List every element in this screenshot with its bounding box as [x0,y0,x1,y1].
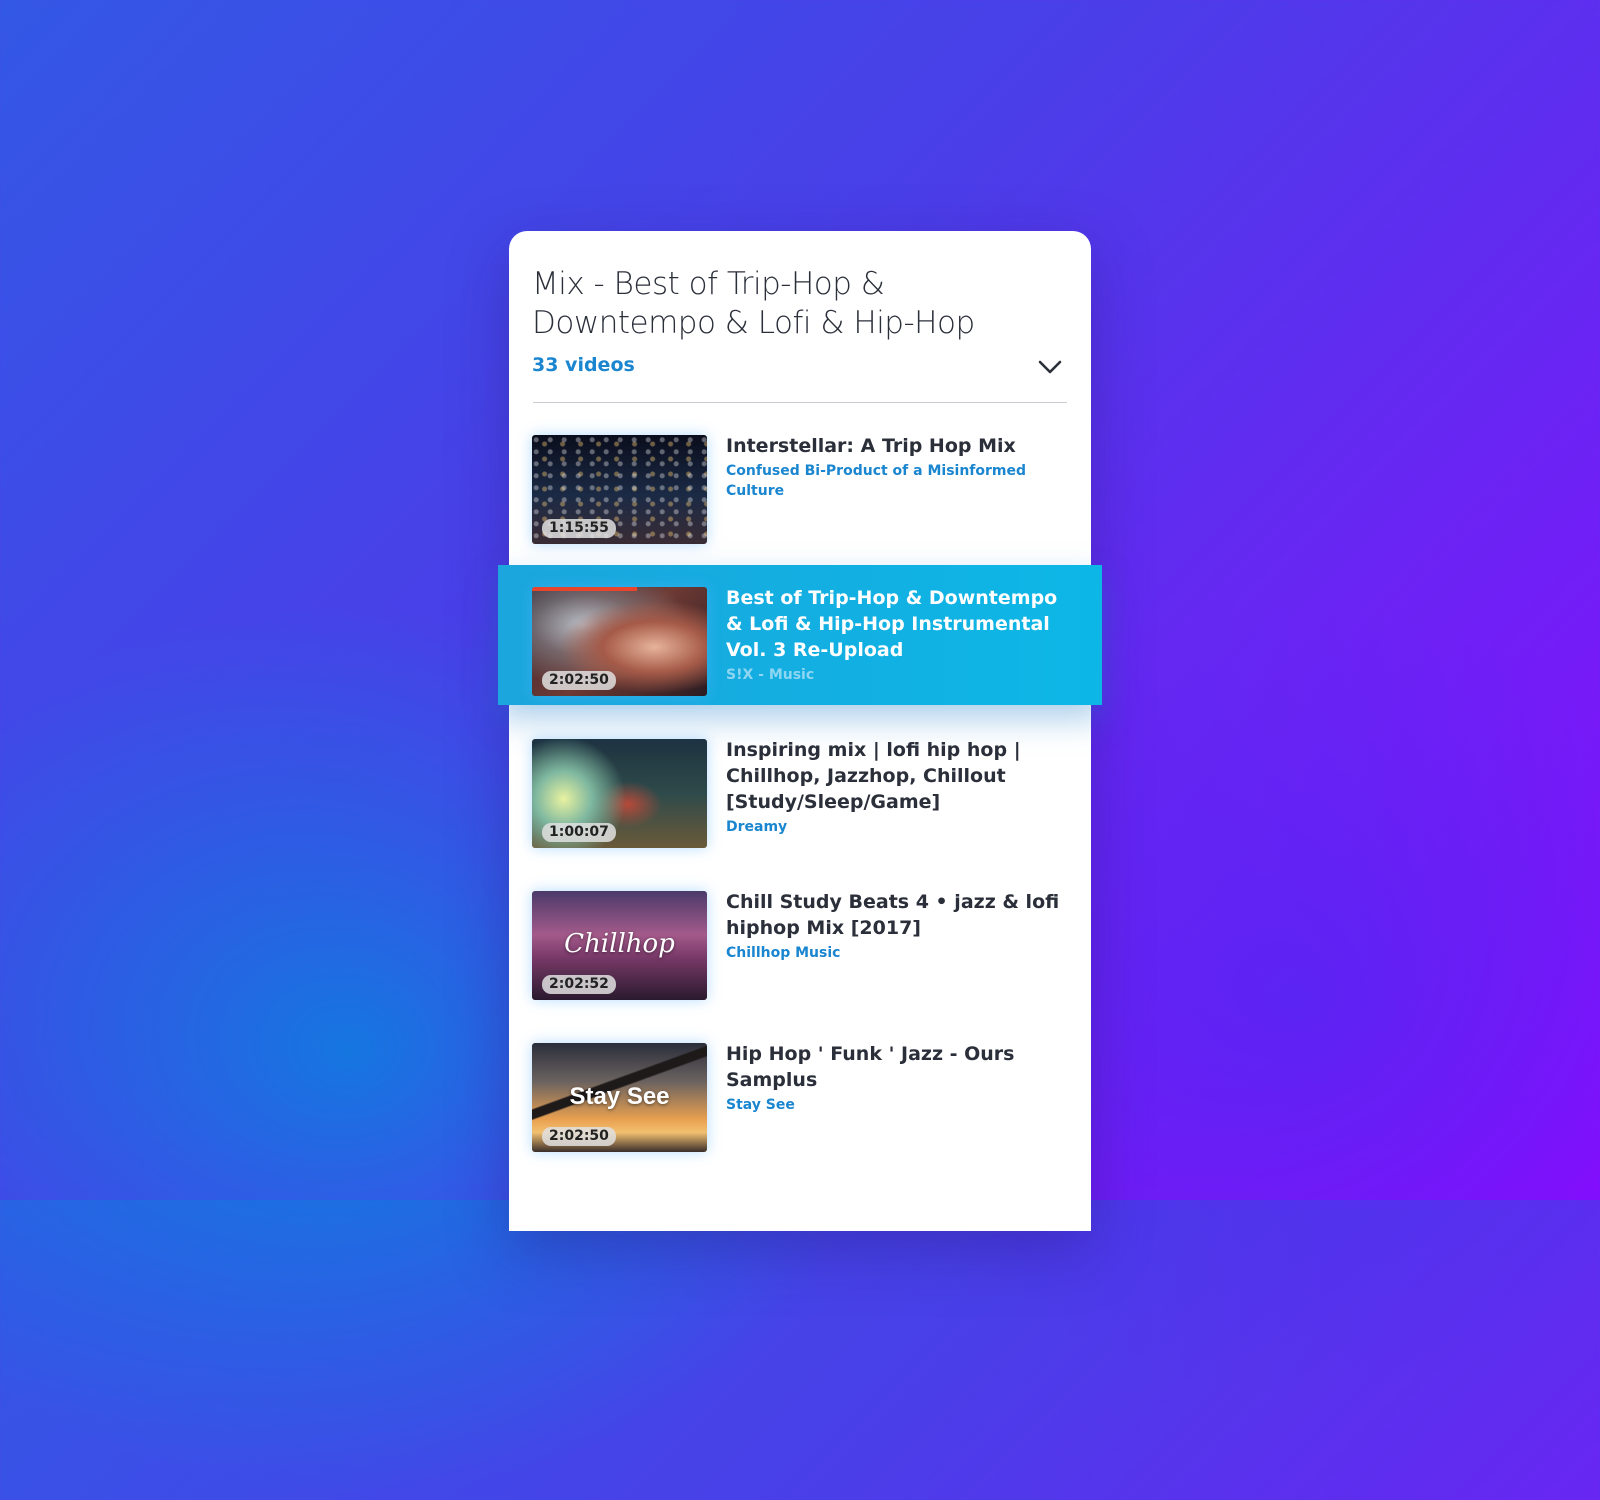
thumbnail-logo-text: Chillhop [564,929,675,959]
video-title[interactable]: Best of Trip-Hop & Downtempo & Lofi & Hi… [726,585,1066,663]
video-info: Interstellar: A Trip Hop Mix Confused Bi… [726,433,1066,501]
video-thumbnail[interactable]: 1:00:07 [532,739,707,848]
playlist-panel: Mix - Best of Trip-Hop & Downtempo & Lof… [498,231,1102,1231]
video-info: Best of Trip-Hop & Downtempo & Lofi & Hi… [726,585,1066,685]
playlist-header: Mix - Best of Trip-Hop & Downtempo & Lof… [532,265,1066,385]
channel-name[interactable]: Chillhop Music [726,943,1066,963]
playlist-item-active[interactable]: 2:02:50 Best of Trip-Hop & Downtempo & L… [498,565,1102,705]
playlist-title: Mix - Best of Trip-Hop & Downtempo & Lof… [532,266,975,341]
duration-badge: 1:00:07 [542,823,616,842]
video-thumbnail[interactable]: 2:02:50 [532,587,707,696]
thumbnail-logo-text: Stay See [569,1083,670,1110]
watch-progress [532,587,637,591]
playlist-item[interactable]: Chillhop 2:02:52 Chill Study Beats 4 • j… [509,869,1091,1009]
chevron-down-icon[interactable] [1036,355,1064,379]
video-title[interactable]: Chill Study Beats 4 • jazz & lofi hiphop… [726,889,1066,941]
playlist-item[interactable]: 1:00:07 Inspiring mix | lofi hip hop | C… [509,717,1091,857]
channel-name[interactable]: S!X - Music [726,665,1066,685]
duration-badge: 2:02:52 [542,975,616,994]
video-count: 33 videos [532,354,635,376]
header-divider [533,402,1067,403]
playlist-meta: 33 videos [532,349,1066,385]
channel-name[interactable]: Confused Bi-Product of a Misinformed Cul… [726,461,1066,501]
duration-badge: 2:02:50 [542,671,616,690]
video-thumbnail[interactable]: Chillhop 2:02:52 [532,891,707,1000]
video-info: Hip Hop ' Funk ' Jazz - Ours Samplus Sta… [726,1041,1066,1115]
video-info: Chill Study Beats 4 • jazz & lofi hiphop… [726,889,1066,963]
video-thumbnail[interactable]: Stay See 2:02:50 [532,1043,707,1152]
duration-badge: 2:02:50 [542,1127,616,1146]
channel-name[interactable]: Stay See [726,1095,1066,1115]
video-title[interactable]: Interstellar: A Trip Hop Mix [726,433,1066,459]
video-thumbnail[interactable]: 1:15:55 [532,435,707,544]
playlist-item[interactable]: 1:15:55 Interstellar: A Trip Hop Mix Con… [509,413,1091,553]
channel-name[interactable]: Dreamy [726,817,1066,837]
playlist-item[interactable]: Stay See 2:02:50 Hip Hop ' Funk ' Jazz -… [509,1021,1091,1161]
video-title[interactable]: Inspiring mix | lofi hip hop | Chillhop,… [726,737,1066,815]
video-title[interactable]: Hip Hop ' Funk ' Jazz - Ours Samplus [726,1041,1066,1093]
duration-badge: 1:15:55 [542,519,616,538]
video-info: Inspiring mix | lofi hip hop | Chillhop,… [726,737,1066,837]
